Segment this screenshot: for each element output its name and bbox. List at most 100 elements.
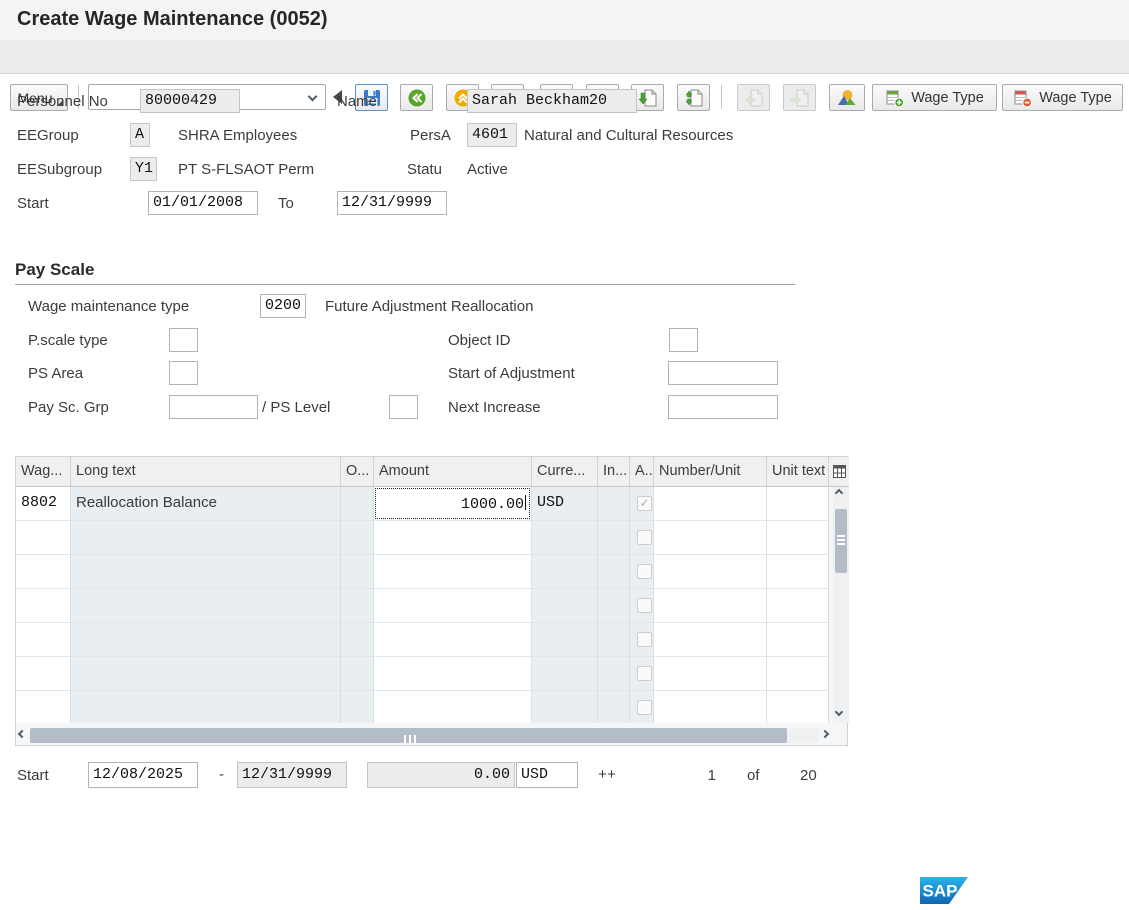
ps-level-field[interactable] bbox=[389, 395, 418, 419]
cell-number-unit[interactable] bbox=[654, 487, 767, 521]
cell-o bbox=[341, 555, 374, 589]
row-a-checkbox[interactable] bbox=[637, 598, 652, 613]
horizontal-scrollbar[interactable] bbox=[18, 727, 831, 744]
scroll-right-button[interactable] bbox=[822, 731, 828, 737]
object-id-field[interactable] bbox=[669, 328, 698, 352]
scroll-up-button[interactable] bbox=[836, 490, 842, 496]
table-header-row: Wag... Long text O... Amount Curre... In… bbox=[16, 457, 849, 487]
scroll-down-button[interactable] bbox=[836, 709, 842, 715]
cell-amount[interactable] bbox=[374, 623, 532, 657]
cell-wage-type[interactable]: 8802 bbox=[16, 487, 71, 521]
name-label: Name bbox=[337, 93, 377, 110]
column-header-in[interactable]: In... bbox=[598, 457, 630, 487]
cell-a bbox=[630, 657, 654, 691]
cell-o bbox=[341, 589, 374, 623]
cell-unit-text[interactable] bbox=[767, 521, 829, 555]
cell-amount[interactable] bbox=[374, 691, 532, 723]
cell-number-unit[interactable] bbox=[654, 521, 767, 555]
row-a-checkbox[interactable] bbox=[637, 496, 652, 511]
name-field: Sarah Beckham20 bbox=[467, 89, 637, 113]
row-a-checkbox[interactable] bbox=[637, 530, 652, 545]
remove-wage-type-button[interactable]: Wage Type bbox=[1002, 84, 1123, 111]
row-a-checkbox[interactable] bbox=[637, 632, 652, 647]
cell-wage-type[interactable] bbox=[16, 657, 71, 691]
start-date-field[interactable]: 01/01/2008 bbox=[148, 191, 258, 215]
cell-o bbox=[341, 623, 374, 657]
last-page-icon bbox=[683, 87, 705, 109]
to-date-field[interactable]: 12/31/9999 bbox=[337, 191, 447, 215]
wage-maintenance-type-field[interactable]: 0200 bbox=[260, 294, 306, 318]
vertical-scroll-thumb[interactable] bbox=[835, 509, 847, 573]
pscale-type-field[interactable] bbox=[169, 328, 198, 352]
cell-unit-text[interactable] bbox=[767, 555, 829, 589]
cell-unit-text[interactable] bbox=[767, 487, 829, 521]
ps-area-field[interactable] bbox=[169, 361, 198, 385]
table-settings-button[interactable] bbox=[829, 457, 849, 487]
cell-amount[interactable] bbox=[374, 589, 532, 623]
footer-start-date-field[interactable]: 12/08/2025 bbox=[88, 762, 198, 788]
next-record-button[interactable] bbox=[783, 84, 816, 111]
footer-currency-field[interactable]: USD bbox=[516, 762, 578, 788]
horizontal-scroll-thumb[interactable] bbox=[30, 728, 787, 743]
row-a-checkbox[interactable] bbox=[637, 666, 652, 681]
column-header-unit-text[interactable]: Unit text bbox=[767, 457, 829, 487]
previous-record-button[interactable] bbox=[737, 84, 770, 111]
cell-wage-type[interactable] bbox=[16, 589, 71, 623]
next-increase-field[interactable] bbox=[668, 395, 778, 419]
column-header-long-text[interactable]: Long text bbox=[71, 457, 341, 487]
add-wage-type-button[interactable]: Wage Type bbox=[872, 84, 997, 111]
cell-long-text: Reallocation Balance bbox=[71, 487, 341, 521]
cell-amount[interactable]: 1000.00 bbox=[374, 487, 532, 521]
last-page-button[interactable] bbox=[677, 84, 710, 111]
cell-amount[interactable] bbox=[374, 555, 532, 589]
overview-button[interactable] bbox=[829, 84, 865, 111]
cell-o bbox=[341, 487, 374, 521]
start-of-adjustment-field[interactable] bbox=[668, 361, 778, 385]
column-header-number-unit[interactable]: Number/Unit bbox=[654, 457, 767, 487]
cell-in bbox=[598, 487, 630, 521]
cell-wage-type[interactable] bbox=[16, 691, 71, 723]
column-header-a[interactable]: A.. bbox=[630, 457, 654, 487]
scroll-left-button[interactable] bbox=[19, 731, 25, 737]
cell-a bbox=[630, 521, 654, 555]
start-of-adjustment-label: Start of Adjustment bbox=[448, 365, 575, 382]
row-a-checkbox[interactable] bbox=[637, 700, 652, 715]
cell-wage-type[interactable] bbox=[16, 623, 71, 657]
cell-unit-text[interactable] bbox=[767, 691, 829, 723]
cell-in bbox=[598, 691, 630, 723]
pers-a-text: Natural and Cultural Resources bbox=[524, 127, 733, 144]
vertical-scrollbar[interactable] bbox=[833, 487, 849, 723]
record-of-label: of bbox=[747, 767, 760, 784]
cell-number-unit[interactable] bbox=[654, 589, 767, 623]
cell-currency bbox=[532, 589, 598, 623]
cell-a bbox=[630, 623, 654, 657]
cell-long-text bbox=[71, 521, 341, 555]
cell-currency bbox=[532, 521, 598, 555]
cell-unit-text[interactable] bbox=[767, 623, 829, 657]
cell-number-unit[interactable] bbox=[654, 623, 767, 657]
cell-unit-text[interactable] bbox=[767, 657, 829, 691]
cell-long-text bbox=[71, 623, 341, 657]
to-label: To bbox=[278, 195, 294, 212]
cell-wage-type[interactable] bbox=[16, 521, 71, 555]
cell-amount[interactable] bbox=[374, 657, 532, 691]
amount-input-focused[interactable]: 1000.00 bbox=[375, 488, 530, 519]
back-button[interactable] bbox=[400, 84, 433, 111]
column-header-wage-type[interactable]: Wag... bbox=[16, 457, 71, 487]
horizontal-scroll-track[interactable] bbox=[30, 728, 819, 743]
column-header-currency[interactable]: Curre... bbox=[532, 457, 598, 487]
cell-number-unit[interactable] bbox=[654, 555, 767, 589]
cell-wage-type[interactable] bbox=[16, 555, 71, 589]
row-a-checkbox[interactable] bbox=[637, 564, 652, 579]
cell-unit-text[interactable] bbox=[767, 589, 829, 623]
cell-number-unit[interactable] bbox=[654, 657, 767, 691]
cell-amount[interactable] bbox=[374, 521, 532, 555]
cell-a bbox=[630, 555, 654, 589]
start-label: Start bbox=[17, 195, 49, 212]
column-header-o[interactable]: O... bbox=[341, 457, 374, 487]
svg-text:SAP: SAP bbox=[923, 882, 958, 901]
cell-number-unit[interactable] bbox=[654, 691, 767, 723]
column-header-amount[interactable]: Amount bbox=[374, 457, 532, 487]
previous-record-icon bbox=[743, 87, 765, 109]
pay-sc-grp-field[interactable] bbox=[169, 395, 258, 419]
